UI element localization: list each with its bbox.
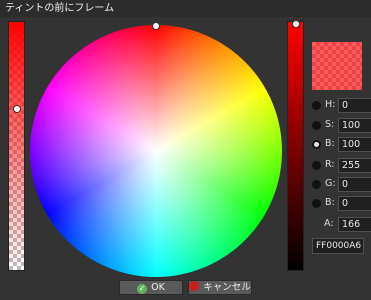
window-title: ティントの前にフレーム	[0, 0, 371, 17]
red-radio[interactable]	[312, 161, 321, 170]
hue-radio[interactable]	[312, 101, 321, 110]
hex-field[interactable]: FF0000A6	[312, 238, 364, 254]
red-label: R:	[325, 159, 335, 170]
cancel-button-label: キャンセル	[203, 282, 251, 293]
alpha-label: A:	[324, 218, 334, 229]
check-icon: ✓	[137, 284, 148, 294]
cancel-icon	[189, 281, 200, 291]
alpha-slider-handle[interactable]	[13, 105, 21, 113]
saturation-label: S:	[325, 119, 335, 130]
ok-button[interactable]: ✓ OK	[119, 280, 183, 295]
saturation-radio[interactable]	[312, 121, 321, 130]
alpha-slider[interactable]	[8, 21, 25, 271]
ok-button-label: OK	[151, 282, 165, 293]
cancel-button[interactable]: キャンセル	[188, 280, 252, 295]
red-field[interactable]: 255	[338, 158, 371, 173]
saturation-field[interactable]: 100	[338, 118, 371, 133]
hue-field[interactable]: 0	[338, 98, 371, 113]
brightness-radio[interactable]	[312, 140, 321, 149]
blue-label: B:	[325, 197, 335, 208]
alpha-field[interactable]: 166	[338, 217, 371, 232]
brightness-field[interactable]: 100	[338, 137, 371, 152]
color-wheel-handle[interactable]	[152, 22, 160, 30]
color-preview-swatch	[312, 42, 362, 90]
blue-radio[interactable]	[312, 199, 321, 208]
blue-field[interactable]: 0	[338, 196, 371, 211]
hue-label: H:	[325, 99, 336, 110]
green-field[interactable]: 0	[338, 177, 371, 192]
brightness-slider[interactable]	[287, 20, 304, 271]
brightness-label: B:	[325, 138, 335, 149]
color-wheel[interactable]	[30, 22, 282, 277]
brightness-slider-handle[interactable]	[292, 20, 300, 28]
green-radio[interactable]	[312, 180, 321, 189]
green-label: G:	[325, 178, 336, 189]
